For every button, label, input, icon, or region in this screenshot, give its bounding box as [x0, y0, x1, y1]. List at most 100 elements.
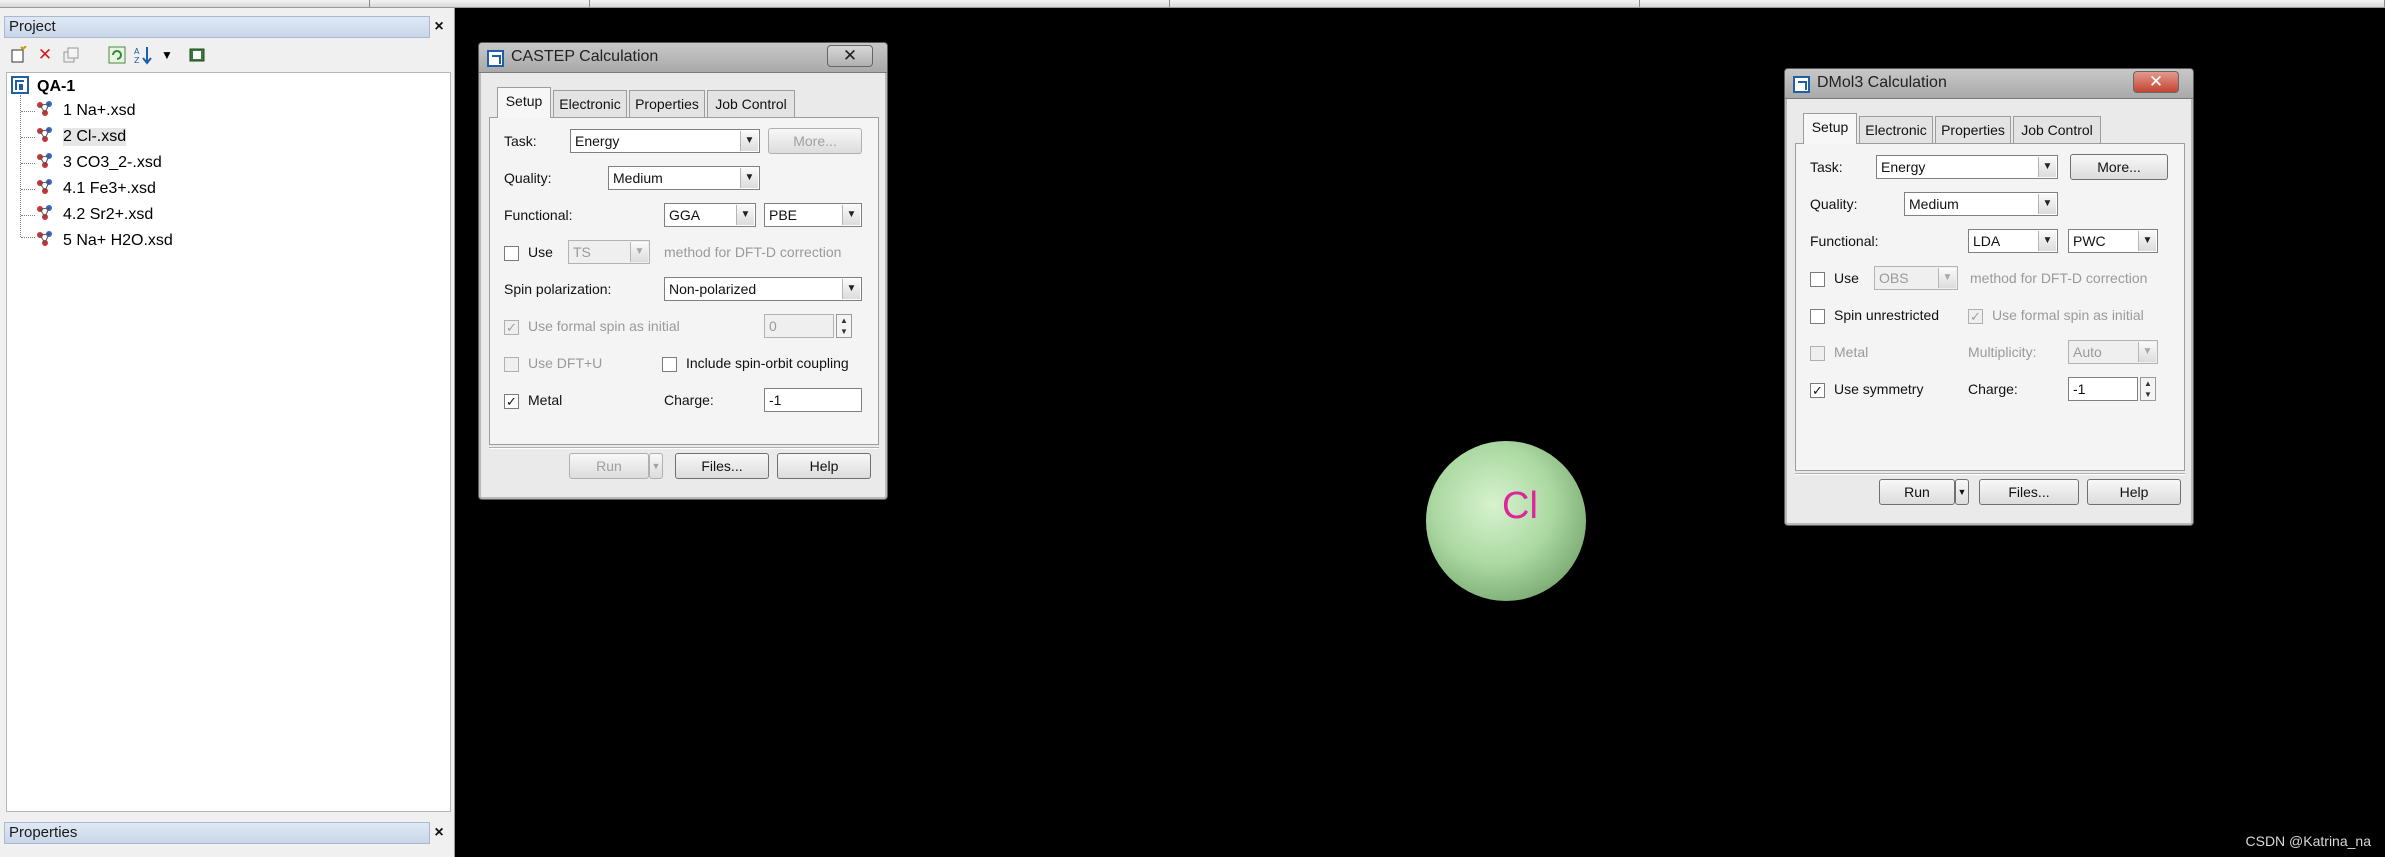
more-button[interactable]: More... [2070, 154, 2168, 180]
tree-item-label: 2 Cl-.xsd [63, 128, 127, 146]
spin-polarization-select[interactable]: Non-polarized ▼ [664, 277, 862, 301]
run-button[interactable]: Run [569, 453, 649, 479]
use-label: Use [1834, 270, 1859, 286]
tree-item-label: 4.1 Fe3+.xsd [63, 180, 156, 197]
use-dftd-checkbox[interactable] [504, 246, 519, 261]
quality-select[interactable]: Medium ▼ [608, 166, 760, 190]
tree-connector [21, 163, 35, 164]
functional-select[interactable]: PWC ▼ [2068, 229, 2158, 253]
more-button[interactable]: More... [768, 128, 862, 154]
tree-item[interactable]: 2 Cl-.xsd [35, 125, 127, 150]
files-button[interactable]: Files... [675, 453, 769, 479]
top-toolbar-edge [0, 0, 2385, 8]
spin-unrestricted-checkbox[interactable] [1810, 309, 1825, 324]
tree-connector [21, 215, 35, 216]
castep-app-icon [487, 50, 504, 67]
sort-icon[interactable]: AZ [132, 44, 154, 66]
dmol3-tab-setup[interactable]: Setup [1803, 113, 1857, 144]
task-select[interactable]: Energy ▼ [570, 129, 760, 153]
chevron-down-icon: ▼ [2038, 194, 2056, 214]
dftd-method-select[interactable]: OBS ▼ [1874, 266, 1958, 290]
castep-close-icon[interactable]: ✕ [827, 45, 873, 67]
use-dftd-checkbox[interactable] [1810, 272, 1825, 287]
chevron-down-icon: ▼ [2138, 231, 2156, 251]
dftd-method-select[interactable]: TS ▼ [568, 240, 650, 264]
refresh-icon[interactable] [106, 44, 128, 66]
charge-stepper[interactable]: ▲ ▼ [2140, 377, 2156, 401]
project-toolbar: ✕ AZ ▼ [6, 40, 446, 68]
tree-item[interactable]: 1 Na+.xsd [35, 99, 135, 123]
tree-connector [21, 137, 35, 138]
toolbar-segment [0, 0, 370, 7]
dftd-description: method for DFT-D correction [664, 244, 842, 260]
use-symmetry-checkbox[interactable]: ✓ [1810, 383, 1825, 398]
chevron-down-icon: ▼ [2038, 157, 2056, 177]
toolbar-segment [1640, 0, 2385, 7]
dftu-checkbox[interactable] [504, 357, 519, 372]
tree-item[interactable]: 4.1 Fe3+.xsd [35, 177, 156, 201]
run-dropdown-icon[interactable]: ▼ [1955, 479, 1969, 505]
toolbar-segment [590, 0, 1170, 7]
chevron-down-icon: ▼ [740, 131, 758, 151]
task-select[interactable]: Energy ▼ [1876, 155, 2058, 179]
tree-connector [21, 189, 35, 190]
castep-titlebar[interactable]: CASTEP Calculation ✕ [479, 43, 887, 73]
svg-text:A: A [134, 47, 140, 56]
atom-label: Cl [1502, 485, 1538, 527]
multiplicity-select[interactable]: Auto ▼ [2068, 340, 2158, 364]
sort-dropdown-icon[interactable]: ▼ [156, 44, 178, 66]
dmol3-dialog: DMol3 Calculation ✕ Setup Electronic Pro… [1784, 68, 2194, 526]
watermark: CSDN @Katrina_na [2245, 833, 2372, 849]
run-dropdown-icon[interactable]: ▼ [649, 453, 663, 479]
molecule-icon [35, 177, 55, 202]
files-button[interactable]: Files... [1979, 479, 2079, 505]
functional-type-select[interactable]: LDA ▼ [1968, 229, 2058, 253]
castep-tab-electronic[interactable]: Electronic [553, 90, 627, 118]
new-document-icon[interactable] [8, 44, 30, 66]
project-close-icon[interactable]: × [430, 17, 448, 37]
help-button[interactable]: Help [777, 453, 871, 479]
metal-checkbox[interactable] [1810, 346, 1825, 361]
quality-select[interactable]: Medium ▼ [1904, 192, 2058, 216]
castep-tab-properties[interactable]: Properties [629, 90, 705, 118]
dmol3-tab-electronic[interactable]: Electronic [1859, 116, 1933, 144]
copy-icon[interactable] [60, 44, 82, 66]
functional-select[interactable]: PBE ▼ [764, 203, 862, 227]
run-button[interactable]: Run [1879, 479, 1955, 505]
tree-root-label: QA-1 [37, 78, 76, 95]
formal-spin-stepper[interactable]: ▲ ▼ [836, 314, 852, 338]
dftu-label: Use DFT+U [528, 355, 603, 371]
dmol3-tab-job-control[interactable]: Job Control [2013, 116, 2101, 144]
molecule-icon [35, 125, 55, 150]
functional-type-select[interactable]: GGA ▼ [664, 203, 756, 227]
tree-item[interactable]: 5 Na+ H2O.xsd [35, 229, 173, 253]
formal-spin-input[interactable]: 0 [764, 314, 834, 338]
charge-input[interactable]: -1 [764, 388, 862, 412]
divider [1795, 473, 2185, 475]
help-button[interactable]: Help [2087, 479, 2181, 505]
molecule-icon [35, 151, 55, 176]
dmol3-close-icon[interactable]: ✕ [2133, 71, 2179, 93]
spin-unrestricted-label: Spin unrestricted [1834, 307, 1940, 323]
castep-tab-job-control[interactable]: Job Control [707, 90, 795, 118]
charge-input[interactable]: -1 [2068, 377, 2138, 401]
dmol3-titlebar[interactable]: DMol3 Calculation ✕ [1785, 69, 2193, 99]
tree-connector [21, 111, 35, 112]
tree-item[interactable]: 4.2 Sr2+.xsd [35, 203, 153, 227]
use-symmetry-label: Use symmetry [1834, 381, 1924, 397]
castep-tab-setup[interactable]: Setup [497, 87, 551, 118]
spin-orbit-checkbox[interactable] [662, 357, 677, 372]
task-label: Task: [504, 133, 537, 149]
properties-close-icon[interactable]: × [430, 823, 448, 843]
delete-icon[interactable]: ✕ [34, 44, 56, 66]
metal-label: Metal [528, 392, 563, 408]
formal-spin-checkbox[interactable]: ✓ [1968, 309, 1983, 324]
dmol3-tab-properties[interactable]: Properties [1935, 116, 2011, 144]
metal-checkbox[interactable]: ✓ [504, 394, 519, 409]
properties-panel-title: Properties [4, 822, 430, 844]
book-icon[interactable] [186, 44, 208, 66]
molecule-icon [35, 99, 55, 124]
tree-item[interactable]: 3 CO3_2-.xsd [35, 151, 162, 175]
formal-spin-checkbox[interactable]: ✓ [504, 320, 519, 335]
dmol3-setup-panel: Task: Energy ▼ More... Quality: Medium ▼ F… [1795, 143, 2185, 471]
